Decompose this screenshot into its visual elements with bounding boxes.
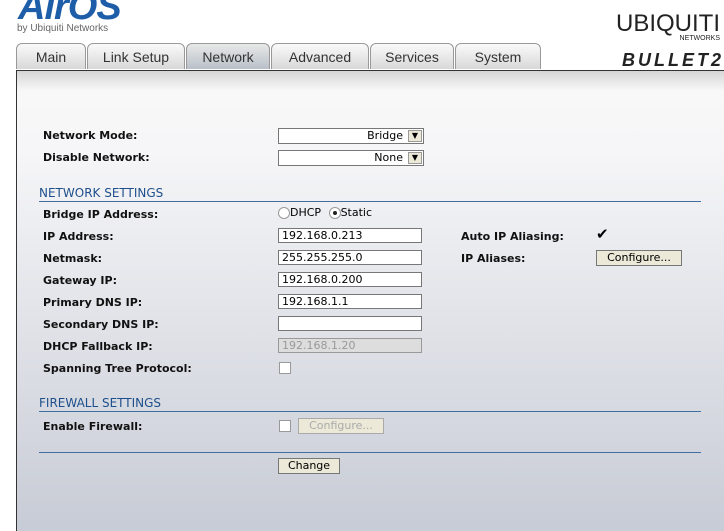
dhcp-label: DHCP: [290, 206, 322, 219]
bridge-ip-radios: DHCP Static: [278, 206, 372, 219]
dhcp-fallback-input: 192.168.1.20: [278, 338, 422, 353]
netmask-label: Netmask:: [43, 252, 103, 265]
static-label: Static: [340, 206, 373, 219]
gateway-label: Gateway IP:: [43, 274, 117, 287]
byline: by Ubiquiti Networks: [17, 23, 109, 34]
network-mode-select[interactable]: Bridge ▼: [278, 128, 424, 144]
primary-dns-input[interactable]: 192.168.1.1: [278, 294, 422, 309]
tab-bar: Main Link Setup Network Advanced Service…: [16, 43, 542, 69]
content-panel: Network Mode: Bridge ▼ Disable Network: N…: [16, 70, 724, 531]
secondary-dns-input[interactable]: [278, 316, 422, 331]
ip-aliases-configure-button[interactable]: Configure...: [596, 250, 682, 266]
chevron-down-icon: ▼: [408, 130, 422, 142]
tab-network[interactable]: Network: [186, 43, 270, 69]
change-button[interactable]: Change: [278, 458, 340, 474]
divider: [39, 452, 701, 453]
ip-address-label: IP Address:: [43, 230, 114, 243]
enable-firewall-checkbox[interactable]: [279, 420, 291, 432]
dhcp-fallback-label: DHCP Fallback IP:: [43, 340, 153, 353]
enable-firewall-label: Enable Firewall:: [43, 420, 143, 433]
network-mode-label: Network Mode:: [43, 129, 138, 142]
product-logo: BULLET2: [622, 50, 724, 70]
firewall-configure-button: Configure...: [298, 418, 384, 434]
netmask-input[interactable]: 255.255.255.0: [278, 250, 422, 265]
tab-system[interactable]: System: [455, 43, 541, 69]
static-radio[interactable]: [328, 207, 341, 219]
chevron-down-icon: ▼: [408, 152, 422, 164]
primary-dns-label: Primary DNS IP:: [43, 296, 143, 309]
firewall-settings-heading: FIREWALL SETTINGS: [39, 396, 701, 412]
tab-main[interactable]: Main: [16, 43, 86, 69]
stp-checkbox[interactable]: [279, 362, 291, 374]
secondary-dns-label: Secondary DNS IP:: [43, 318, 159, 331]
tab-services[interactable]: Services: [370, 43, 454, 69]
disable-network-label: Disable Network:: [43, 151, 150, 164]
tab-advanced[interactable]: Advanced: [271, 43, 369, 69]
auto-ip-aliasing-label: Auto IP Aliasing:: [461, 230, 564, 243]
tab-link-setup[interactable]: Link Setup: [87, 43, 185, 69]
bridge-ip-label: Bridge IP Address:: [43, 208, 159, 221]
disable-network-select[interactable]: None ▼: [278, 150, 424, 166]
network-settings-heading: NETWORK SETTINGS: [39, 186, 701, 202]
ubiquiti-logo: UBIQUITI NETWORKS: [615, 10, 720, 42]
stp-label: Spanning Tree Protocol:: [43, 362, 192, 375]
ip-aliases-label: IP Aliases:: [461, 252, 526, 265]
dhcp-radio[interactable]: [278, 207, 290, 219]
auto-ip-aliasing-checkbox[interactable]: ✔: [596, 225, 609, 243]
ip-address-input[interactable]: 192.168.0.213: [278, 228, 422, 243]
gateway-input[interactable]: 192.168.0.200: [278, 272, 422, 287]
